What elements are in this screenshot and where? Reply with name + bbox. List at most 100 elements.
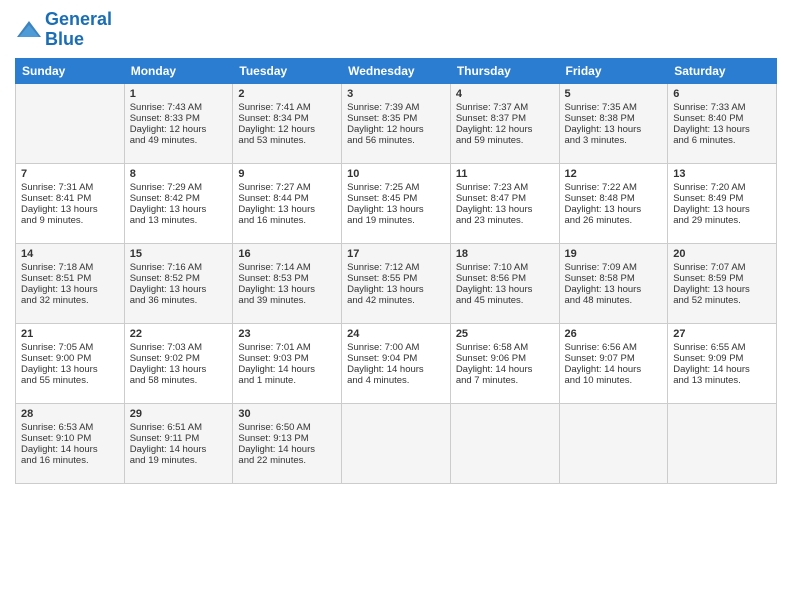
calendar-table: SundayMondayTuesdayWednesdayThursdayFrid…	[15, 58, 777, 484]
calendar-cell: 27Sunrise: 6:55 AMSunset: 9:09 PMDayligh…	[668, 323, 777, 403]
day-info: Sunset: 9:10 PM	[21, 433, 119, 444]
day-info: Sunset: 8:42 PM	[130, 193, 228, 204]
day-info: and 19 minutes.	[347, 215, 445, 226]
day-info: Daylight: 13 hours	[673, 124, 771, 135]
day-info: Sunrise: 7:07 AM	[673, 262, 771, 273]
calendar-cell	[668, 403, 777, 483]
day-info: Sunset: 9:09 PM	[673, 353, 771, 364]
day-info: Sunrise: 7:01 AM	[238, 342, 336, 353]
day-info: Daylight: 12 hours	[238, 124, 336, 135]
calendar-cell: 20Sunrise: 7:07 AMSunset: 8:59 PMDayligh…	[668, 243, 777, 323]
calendar-cell: 11Sunrise: 7:23 AMSunset: 8:47 PMDayligh…	[450, 163, 559, 243]
day-info: and 36 minutes.	[130, 295, 228, 306]
day-header-tuesday: Tuesday	[233, 58, 342, 83]
day-info: Sunrise: 7:23 AM	[456, 182, 554, 193]
week-row-2: 7Sunrise: 7:31 AMSunset: 8:41 PMDaylight…	[16, 163, 777, 243]
day-number: 7	[21, 168, 119, 180]
day-info: Daylight: 13 hours	[130, 204, 228, 215]
day-number: 18	[456, 248, 554, 260]
day-info: Sunset: 9:03 PM	[238, 353, 336, 364]
day-info: Sunrise: 6:50 AM	[238, 422, 336, 433]
day-info: and 7 minutes.	[456, 375, 554, 386]
day-header-wednesday: Wednesday	[342, 58, 451, 83]
day-number: 15	[130, 248, 228, 260]
day-info: Sunrise: 7:41 AM	[238, 102, 336, 113]
day-info: Sunrise: 6:56 AM	[565, 342, 663, 353]
day-number: 23	[238, 328, 336, 340]
day-info: Sunrise: 7:16 AM	[130, 262, 228, 273]
logo-text2: Blue	[45, 30, 112, 50]
day-info: Sunrise: 7:09 AM	[565, 262, 663, 273]
day-number: 17	[347, 248, 445, 260]
week-row-3: 14Sunrise: 7:18 AMSunset: 8:51 PMDayligh…	[16, 243, 777, 323]
calendar-cell: 1Sunrise: 7:43 AMSunset: 8:33 PMDaylight…	[124, 83, 233, 163]
day-number: 22	[130, 328, 228, 340]
day-info: Sunrise: 6:51 AM	[130, 422, 228, 433]
header: General Blue	[15, 10, 777, 50]
day-number: 21	[21, 328, 119, 340]
day-info: and 13 minutes.	[130, 215, 228, 226]
day-info: and 10 minutes.	[565, 375, 663, 386]
day-info: Daylight: 13 hours	[130, 284, 228, 295]
calendar-cell	[342, 403, 451, 483]
day-info: Sunrise: 7:12 AM	[347, 262, 445, 273]
day-info: Sunrise: 7:43 AM	[130, 102, 228, 113]
calendar-cell: 29Sunrise: 6:51 AMSunset: 9:11 PMDayligh…	[124, 403, 233, 483]
day-info: and 1 minute.	[238, 375, 336, 386]
calendar-cell: 24Sunrise: 7:00 AMSunset: 9:04 PMDayligh…	[342, 323, 451, 403]
day-info: Sunset: 8:48 PM	[565, 193, 663, 204]
day-number: 3	[347, 88, 445, 100]
day-info: and 32 minutes.	[21, 295, 119, 306]
week-row-5: 28Sunrise: 6:53 AMSunset: 9:10 PMDayligh…	[16, 403, 777, 483]
day-info: Sunrise: 7:33 AM	[673, 102, 771, 113]
calendar-cell: 19Sunrise: 7:09 AMSunset: 8:58 PMDayligh…	[559, 243, 668, 323]
day-info: Sunrise: 6:53 AM	[21, 422, 119, 433]
day-info: and 3 minutes.	[565, 135, 663, 146]
day-number: 30	[238, 408, 336, 420]
day-info: and 56 minutes.	[347, 135, 445, 146]
day-number: 26	[565, 328, 663, 340]
day-info: Daylight: 14 hours	[347, 364, 445, 375]
day-info: Sunset: 8:40 PM	[673, 113, 771, 124]
day-info: Sunrise: 7:20 AM	[673, 182, 771, 193]
day-info: and 9 minutes.	[21, 215, 119, 226]
day-info: Sunrise: 6:58 AM	[456, 342, 554, 353]
day-info: and 29 minutes.	[673, 215, 771, 226]
day-info: Daylight: 13 hours	[565, 124, 663, 135]
calendar-cell: 9Sunrise: 7:27 AMSunset: 8:44 PMDaylight…	[233, 163, 342, 243]
day-info: Daylight: 14 hours	[565, 364, 663, 375]
calendar-cell: 30Sunrise: 6:50 AMSunset: 9:13 PMDayligh…	[233, 403, 342, 483]
day-info: Sunrise: 7:22 AM	[565, 182, 663, 193]
day-info: Sunset: 8:55 PM	[347, 273, 445, 284]
calendar-cell: 14Sunrise: 7:18 AMSunset: 8:51 PMDayligh…	[16, 243, 125, 323]
day-info: and 53 minutes.	[238, 135, 336, 146]
day-info: Sunset: 8:45 PM	[347, 193, 445, 204]
day-info: Daylight: 13 hours	[565, 284, 663, 295]
day-info: Sunset: 8:35 PM	[347, 113, 445, 124]
day-info: Sunset: 8:59 PM	[673, 273, 771, 284]
day-info: and 13 minutes.	[673, 375, 771, 386]
day-number: 6	[673, 88, 771, 100]
day-number: 10	[347, 168, 445, 180]
day-info: Daylight: 14 hours	[673, 364, 771, 375]
day-info: Daylight: 13 hours	[238, 284, 336, 295]
day-info: Sunset: 8:41 PM	[21, 193, 119, 204]
calendar-cell: 3Sunrise: 7:39 AMSunset: 8:35 PMDaylight…	[342, 83, 451, 163]
day-info: Daylight: 13 hours	[347, 284, 445, 295]
calendar-cell: 8Sunrise: 7:29 AMSunset: 8:42 PMDaylight…	[124, 163, 233, 243]
day-info: Sunrise: 7:27 AM	[238, 182, 336, 193]
day-info: Sunset: 8:49 PM	[673, 193, 771, 204]
day-info: Sunset: 9:07 PM	[565, 353, 663, 364]
day-info: Sunset: 9:02 PM	[130, 353, 228, 364]
day-info: and 4 minutes.	[347, 375, 445, 386]
day-info: Daylight: 13 hours	[456, 284, 554, 295]
day-info: Daylight: 12 hours	[130, 124, 228, 135]
day-info: and 39 minutes.	[238, 295, 336, 306]
day-number: 14	[21, 248, 119, 260]
calendar-cell: 12Sunrise: 7:22 AMSunset: 8:48 PMDayligh…	[559, 163, 668, 243]
day-info: Daylight: 13 hours	[456, 204, 554, 215]
day-header-friday: Friday	[559, 58, 668, 83]
day-info: Sunrise: 7:03 AM	[130, 342, 228, 353]
day-info: Sunset: 9:04 PM	[347, 353, 445, 364]
day-info: and 23 minutes.	[456, 215, 554, 226]
